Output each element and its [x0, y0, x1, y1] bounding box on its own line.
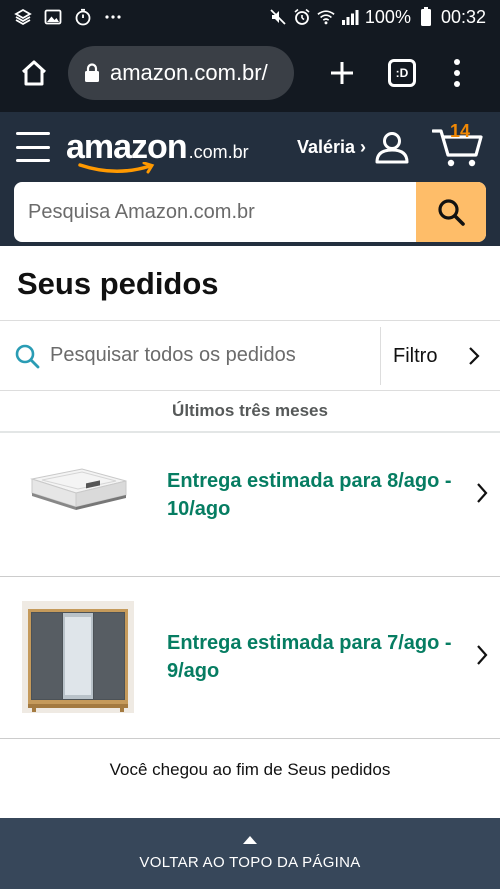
alarm-icon — [293, 8, 311, 26]
order-item[interactable]: Entrega estimada para 8/ago - 10/ago — [0, 433, 500, 577]
menu-dot — [454, 70, 460, 76]
more-notifications-icon — [104, 8, 122, 26]
home-button[interactable] — [14, 53, 54, 93]
search-input[interactable] — [14, 182, 416, 242]
page-title: Seus pedidos — [17, 266, 219, 301]
search-button[interactable] — [416, 182, 486, 242]
menu-dot — [454, 59, 460, 65]
order-search-input[interactable] — [50, 344, 370, 367]
smile-arrow-icon — [78, 161, 155, 173]
caret-up-icon — [243, 836, 257, 844]
amazon-header: amazon .com.br Valéria › 14 — [0, 112, 500, 182]
new-tab-button[interactable] — [322, 53, 362, 93]
logo-domain: .com.br — [188, 141, 249, 162]
url-bar[interactable]: amazon.com.br/ — [68, 46, 294, 100]
account-link[interactable]: Valéria › — [297, 129, 410, 165]
wardrobe-image — [22, 601, 134, 713]
status-bar: 100% 00:32 — [0, 0, 500, 34]
order-search-row: Filtro — [0, 320, 500, 391]
url-text: amazon.com.br/ — [110, 60, 268, 85]
chevron-right-icon — [468, 346, 480, 366]
filter-label: Filtro — [393, 344, 438, 367]
cart-count: 14 — [450, 121, 471, 141]
order-item[interactable]: Entrega estimada para 7/ago - 9/ago — [0, 577, 500, 739]
search-band — [0, 182, 500, 246]
search-box — [14, 182, 486, 242]
search-icon — [14, 343, 40, 369]
chevron-right-icon — [476, 644, 488, 666]
mute-icon — [269, 8, 287, 26]
cart-button[interactable]: 14 — [431, 121, 484, 169]
end-of-orders-note: Você chegou ao fim de Seus pedidos — [109, 760, 391, 779]
filter-button[interactable]: Filtro — [380, 327, 500, 385]
signal-icon — [341, 8, 359, 26]
search-icon — [438, 199, 465, 226]
period-header: Últimos três meses — [0, 391, 500, 433]
image-icon — [44, 8, 62, 26]
amazon-logo[interactable]: amazon .com.br — [66, 128, 249, 173]
hamburger-line — [16, 145, 50, 149]
browser-toolbar: amazon.com.br/ :D — [0, 34, 500, 112]
mattress-image — [30, 468, 127, 510]
hamburger-line — [16, 132, 50, 135]
layers-icon — [14, 8, 32, 26]
back-to-top-button[interactable]: VOLTAR AO TOPO DA PÁGINA — [0, 818, 500, 889]
plus-icon — [331, 62, 353, 84]
chevron-right-icon — [476, 482, 488, 504]
menu-dot — [454, 81, 460, 87]
tab-switcher-button[interactable]: :D — [388, 59, 416, 87]
lock-icon — [84, 63, 100, 83]
order-status: Entrega estimada para 8/ago - 10/ago — [167, 470, 452, 520]
back-to-top-label: VOLTAR AO TOPO DA PÁGINA — [139, 854, 361, 871]
user-icon — [374, 129, 410, 165]
wifi-icon — [317, 8, 335, 26]
account-name: Valéria › — [296, 136, 366, 157]
battery-icon — [417, 7, 435, 26]
order-status: Entrega estimada para 7/ago - 9/ago — [167, 632, 452, 682]
browser-menu-button[interactable] — [450, 53, 464, 93]
hamburger-menu-button[interactable] — [16, 132, 50, 162]
hamburger-line — [16, 159, 50, 162]
clock: 00:32 — [440, 6, 486, 27]
battery-percent: 100% — [364, 6, 411, 27]
home-icon — [21, 60, 47, 86]
timer-icon — [74, 8, 92, 26]
